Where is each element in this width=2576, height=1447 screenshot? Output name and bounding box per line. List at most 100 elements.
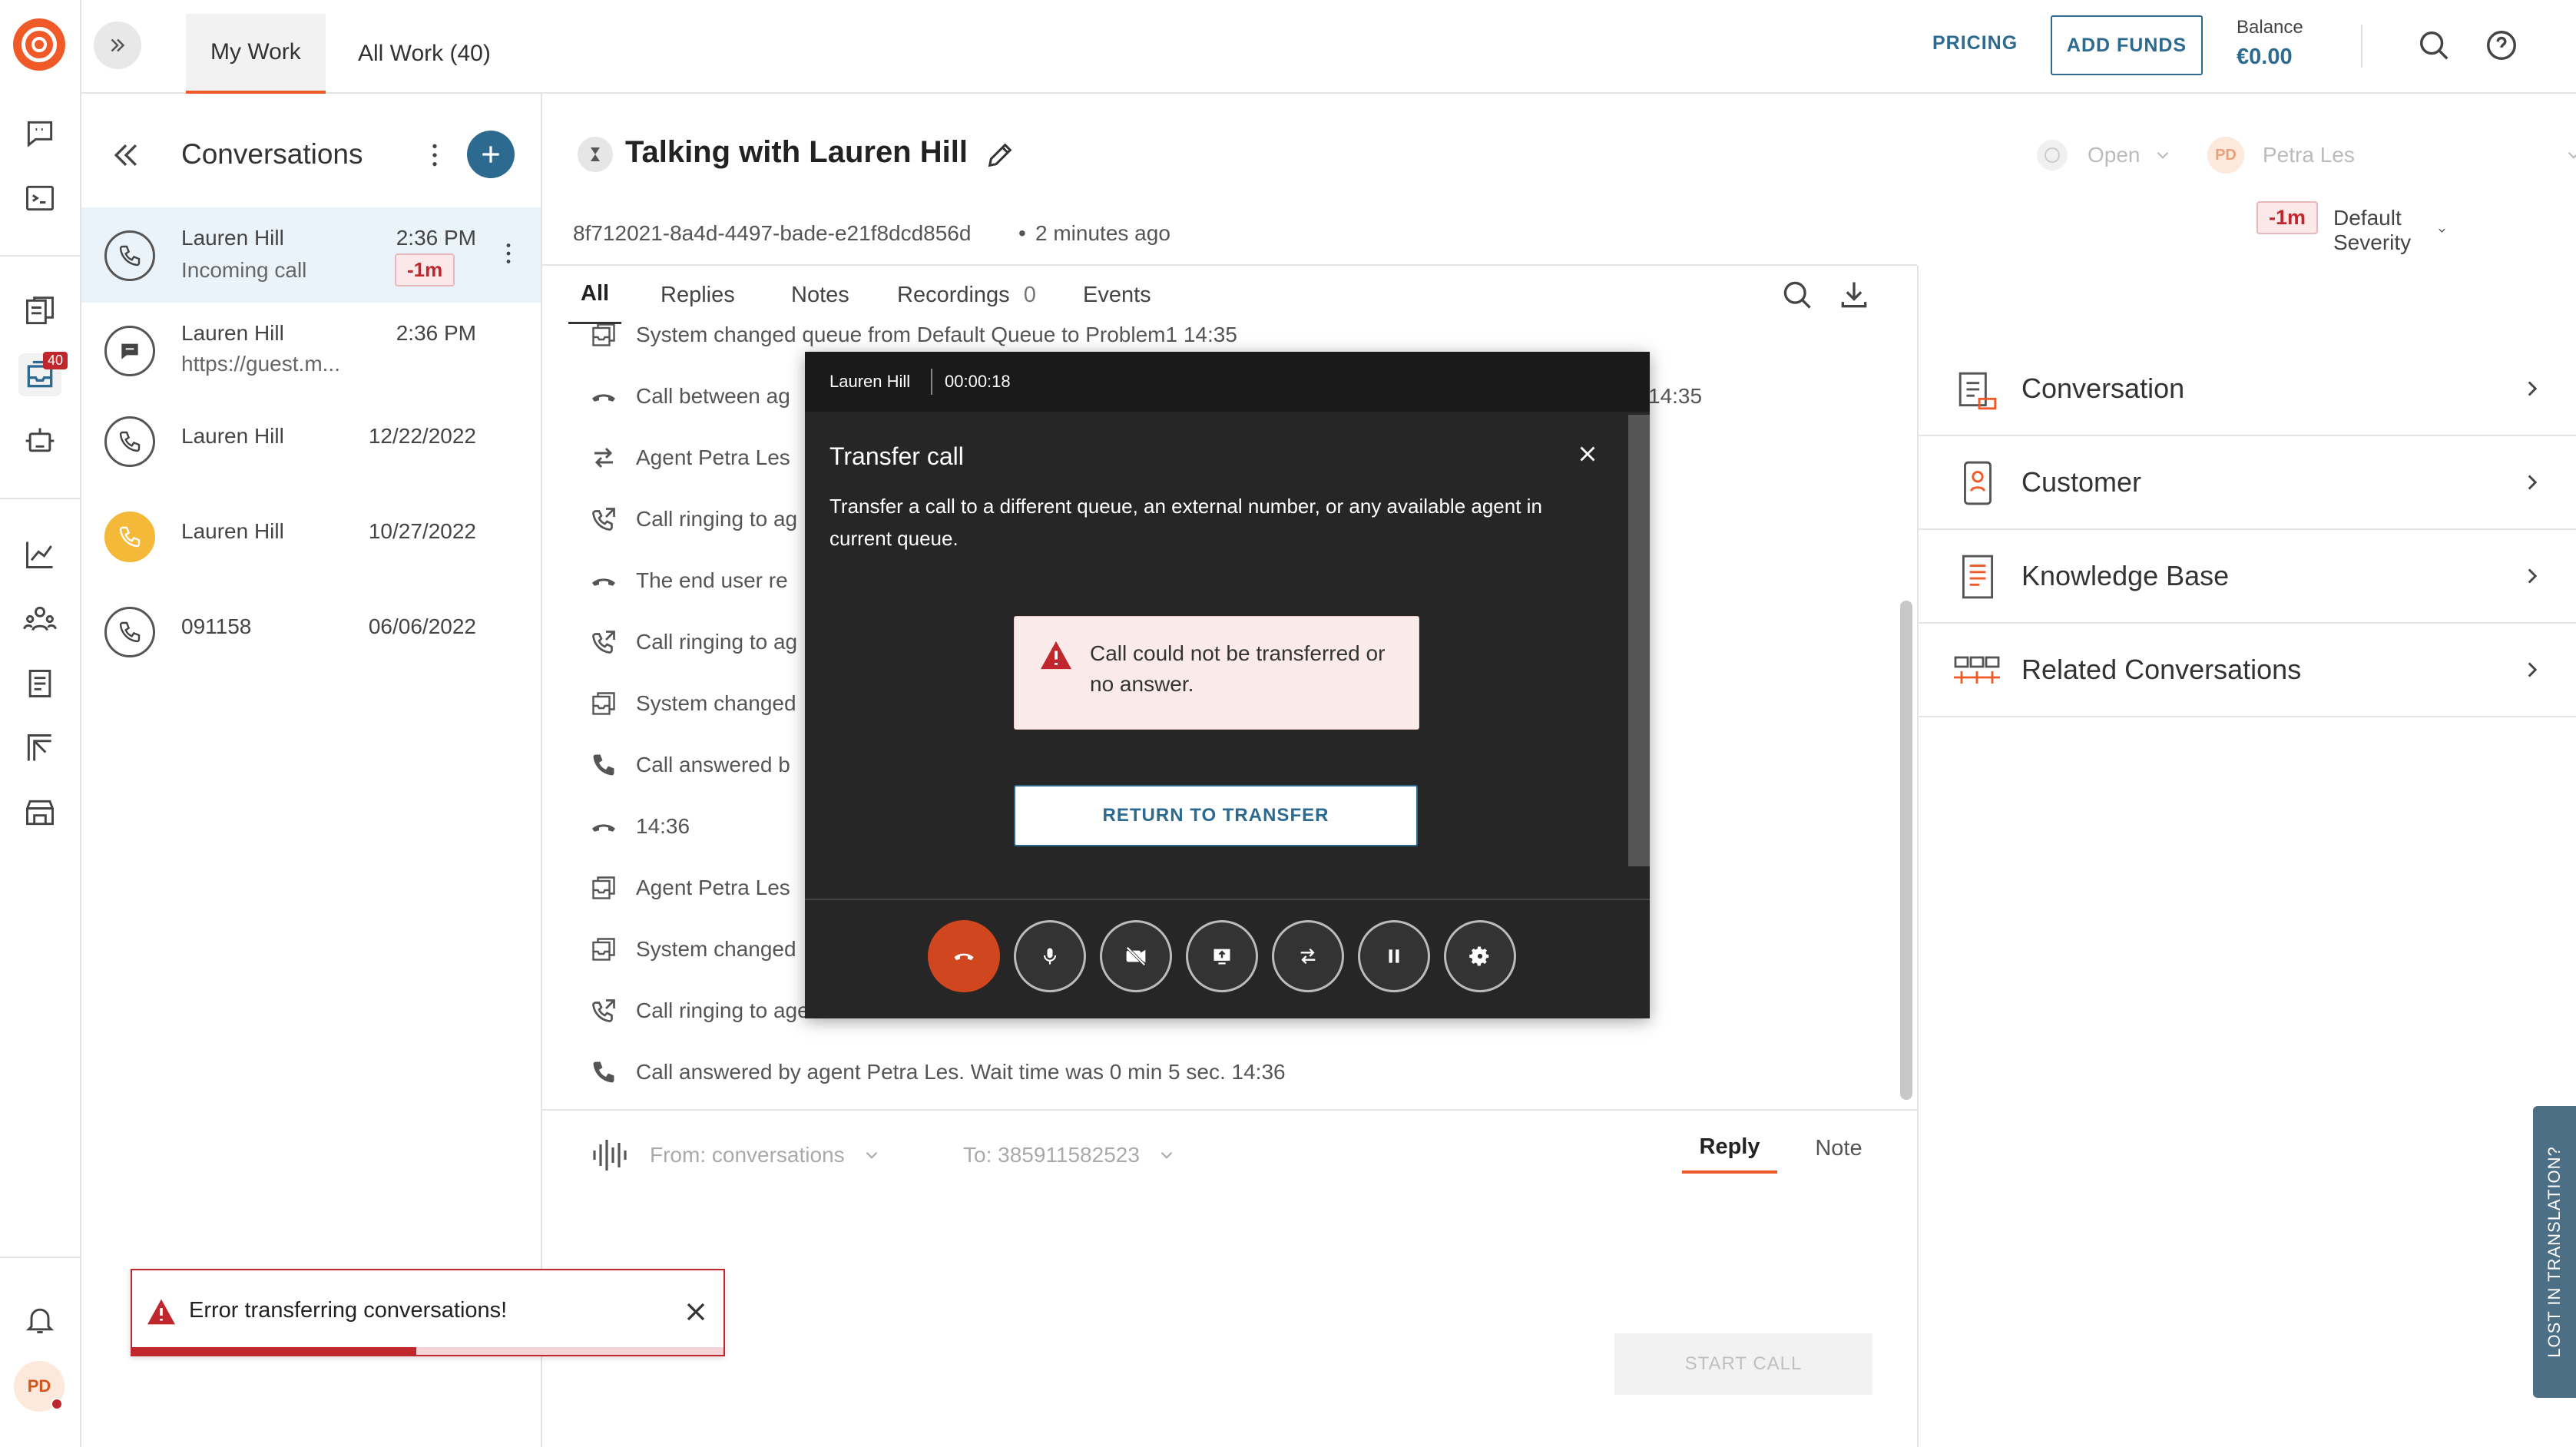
video-button[interactable] (1100, 920, 1172, 992)
screen-share-button[interactable] (1186, 920, 1258, 992)
brand-logo[interactable] (13, 18, 65, 71)
toast-progress-track (132, 1347, 723, 1355)
board-icon[interactable] (18, 727, 61, 770)
chart-icon[interactable] (18, 533, 61, 576)
hold-button[interactable] (1358, 920, 1430, 992)
close-dialog-icon[interactable] (1574, 441, 1601, 467)
panel-item-label: Conversation (2021, 373, 2185, 404)
pages-icon[interactable] (18, 290, 61, 333)
assignee-dropdown[interactable]: PD Petra Les (2207, 137, 2576, 174)
chevron-down-icon (2439, 228, 2445, 233)
search-icon[interactable] (2416, 28, 2452, 63)
terminal-icon[interactable] (18, 177, 61, 220)
conversation-name: Lauren Hill (181, 519, 284, 543)
tab-my-work[interactable]: My Work (186, 14, 326, 94)
panel-item-conversation[interactable]: Conversation (1919, 343, 2576, 436)
download-icon[interactable] (1837, 278, 1871, 312)
expand-nav-button[interactable] (94, 22, 141, 69)
error-toast: Error transferring conversations! (131, 1269, 725, 1356)
avatar-initials: PD (27, 1376, 51, 1396)
new-conversation-button[interactable] (467, 131, 515, 178)
store-icon[interactable] (18, 791, 61, 834)
call-header: Lauren Hill 00:00:18 (805, 352, 1650, 412)
conversation-age: 2 minutes ago (1035, 221, 1170, 245)
panel-item-customer[interactable]: Customer (1919, 436, 2576, 530)
conversation-item[interactable]: Lauren Hill 2:36 PM Incoming call -1m (81, 207, 541, 303)
timeline-event: Call answered by agent Petra Les. Wait t… (590, 1049, 1286, 1095)
conversation-item[interactable]: Lauren Hill 12/22/2022 (81, 398, 541, 493)
phone-icon (104, 607, 155, 657)
transfer-button[interactable] (1272, 920, 1344, 992)
queue-icon (590, 935, 618, 963)
collapse-panel-button[interactable] (109, 138, 143, 172)
timeline-event: Call answered b (590, 742, 790, 788)
pricing-link[interactable]: PRICING (1932, 32, 2018, 55)
tab-events[interactable]: Events (1083, 266, 1151, 324)
tab-replies-label: Replies (661, 282, 735, 307)
tab-reply[interactable]: Reply (1682, 1123, 1777, 1174)
call-settings-button[interactable] (1444, 920, 1516, 992)
item-menu-icon[interactable] (495, 240, 522, 267)
severity-dropdown[interactable]: Default Severity (2333, 206, 2448, 255)
tab-recordings[interactable]: Recordings 0 (897, 266, 1036, 324)
timeline-event-text: System changed (636, 691, 796, 715)
inbox-badge: 40 (42, 352, 68, 369)
tab-replies[interactable]: Replies (661, 266, 735, 324)
timeline-scrollbar[interactable] (1900, 601, 1912, 1100)
ringing-icon (590, 505, 618, 533)
panel-item-related-conversations[interactable]: Related Conversations (1919, 624, 2576, 717)
to-dropdown[interactable]: To: 385911582523 (963, 1143, 1177, 1167)
conversation-item[interactable]: Lauren Hill 10/27/2022 (81, 493, 541, 588)
help-icon[interactable] (2484, 28, 2519, 63)
bell-icon[interactable] (18, 1298, 61, 1341)
tab-note[interactable]: Note (1799, 1123, 1879, 1174)
more-options-icon[interactable] (419, 140, 450, 171)
panel-item-knowledge-base[interactable]: Knowledge Base (1919, 530, 2576, 624)
avatar[interactable]: PD (14, 1361, 65, 1412)
search-timeline-icon[interactable] (1780, 278, 1814, 312)
queue-icon (590, 690, 618, 717)
tab-all-work[interactable]: All Work (40) (333, 14, 515, 94)
timeline-event: Call between ag (590, 373, 790, 419)
mute-button[interactable] (1014, 920, 1086, 992)
timeline-event-time: 14:35 (1648, 384, 1703, 408)
bot-icon[interactable] (18, 419, 61, 462)
conversation-item[interactable]: Lauren Hill 2:36 PM https://guest.m... (81, 303, 541, 398)
settings-icon (1469, 946, 1489, 966)
book-icon[interactable] (18, 662, 61, 705)
timeline-event: Call ringing to ag (590, 619, 797, 665)
video-off-icon (1126, 946, 1146, 966)
inbox-icon[interactable]: 40 (18, 352, 68, 396)
assignee-name: Petra Les (2263, 143, 2355, 167)
queue-icon (590, 874, 618, 902)
dialog-scrollbar[interactable] (1628, 415, 1650, 866)
call-widget: Lauren Hill 00:00:18 Transfer call Trans… (805, 352, 1650, 1018)
close-toast-icon[interactable] (680, 1296, 711, 1327)
tab-my-work-label: My Work (210, 39, 301, 65)
start-call-button[interactable]: START CALL (1614, 1333, 1872, 1395)
chat-icon[interactable] (18, 112, 61, 155)
conversation-title: Talking with Lauren Hill (625, 135, 968, 169)
panel-item-label: Related Conversations (2021, 654, 2302, 685)
panel-title: Conversations (181, 138, 363, 170)
hangup-button[interactable] (928, 920, 1000, 992)
panel-item-label: Customer (2021, 466, 2142, 498)
tab-all[interactable]: All (568, 266, 622, 324)
chevron-right-icon (2528, 381, 2538, 396)
feedback-tab[interactable]: LOST IN TRANSLATION? (2533, 1106, 2576, 1398)
edit-title-icon[interactable] (985, 140, 1015, 171)
conversation-item[interactable]: 091158 06/06/2022 (81, 588, 541, 684)
add-funds-button[interactable]: ADD FUNDS (2051, 15, 2203, 75)
status-dropdown[interactable]: Open (2037, 140, 2173, 171)
tab-notes[interactable]: Notes (791, 266, 849, 324)
chevron-right-icon (2528, 568, 2538, 584)
people-icon[interactable] (18, 598, 61, 641)
queue-icon (590, 324, 618, 349)
screen-share-icon (1214, 949, 1230, 965)
timeline-tabs: All Replies Notes Recordings 0 Events (542, 266, 1917, 324)
return-to-transfer-button[interactable]: RETURN TO TRANSFER (1014, 785, 1418, 846)
conversation-time: 10/27/2022 (368, 519, 476, 543)
tab-all-label: All (581, 281, 610, 306)
from-dropdown[interactable]: From: conversations (650, 1143, 882, 1167)
status-value: Open (2088, 143, 2141, 167)
